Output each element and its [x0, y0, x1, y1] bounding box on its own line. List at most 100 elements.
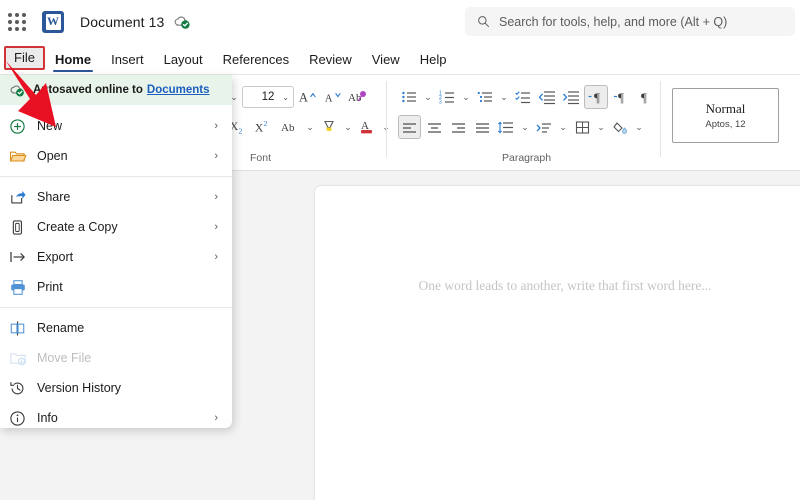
menu-item-rename-label: Rename [37, 321, 85, 335]
word-logo-letter: W [47, 14, 59, 28]
word-app-window: W Document 13 Search for tools, help, an… [0, 0, 800, 500]
numbering-chevron-down-icon[interactable]: ⌄ [460, 85, 472, 109]
ribbon-tab-strip: File Home Insert Layout References Revie… [0, 44, 800, 74]
svg-text:Ab: Ab [281, 122, 295, 134]
bullets-icon[interactable] [398, 85, 420, 109]
menu-item-move-file: Move File [0, 343, 232, 373]
printer-icon [9, 279, 31, 296]
document-title[interactable]: Document 13 [80, 14, 164, 30]
font-size-box[interactable]: 12 ⌄ [242, 86, 294, 108]
text-highlight-icon[interactable] [318, 115, 340, 139]
tab-references[interactable]: References [213, 49, 299, 74]
sort-icon[interactable] [533, 115, 555, 139]
search-box[interactable]: Search for tools, help, and more (Alt + … [465, 7, 795, 36]
document-page[interactable]: One word leads to another, write that fi… [315, 186, 800, 500]
style-name: Normal [705, 101, 746, 116]
menu-item-open[interactable]: Open › [0, 141, 232, 171]
ribbon-group-divider-2 [660, 81, 661, 157]
menu-item-open-chevron-right-icon: › [214, 150, 218, 162]
tab-review[interactable]: Review [299, 49, 362, 74]
superscript-icon[interactable]: X 2 [253, 115, 276, 139]
numbering-icon[interactable]: 123 [436, 85, 458, 109]
autosave-text: Autosaved online to [33, 84, 143, 96]
file-menu: Autosaved online to Documents New › Open… [0, 75, 232, 428]
align-left-icon[interactable] [398, 115, 421, 139]
autosave-banner: Autosaved online to Documents [0, 75, 232, 105]
svg-text:2: 2 [239, 127, 243, 136]
share-icon [9, 189, 31, 206]
menu-item-new-label: New [37, 119, 63, 133]
text-highlight-chevron-down-icon[interactable]: ⌄ [342, 115, 354, 139]
clear-formatting-icon[interactable]: Ab [346, 85, 370, 109]
change-case-icon[interactable]: Ab [278, 115, 302, 139]
borders-chevron-down-icon[interactable]: ⌄ [595, 115, 607, 139]
justify-icon[interactable] [471, 115, 493, 139]
menu-item-share[interactable]: Share › [0, 182, 232, 212]
autosave-location-link[interactable]: Documents [147, 84, 210, 96]
tab-layout[interactable]: Layout [154, 49, 213, 74]
change-case-chevron-down-icon[interactable]: ⌄ [304, 115, 316, 139]
menu-item-share-chevron-right-icon: › [214, 191, 218, 203]
task-list-icon[interactable] [512, 85, 534, 109]
menu-item-rename[interactable]: Rename [0, 313, 232, 343]
cloud-check-icon [8, 81, 27, 100]
shading-icon[interactable] [609, 115, 631, 139]
sort-chevron-down-icon[interactable]: ⌄ [557, 115, 569, 139]
style-normal-button[interactable]: Normal Aptos, 12 [672, 88, 779, 143]
show-formatting-marks-icon[interactable]: ¶ [584, 85, 608, 109]
align-center-icon[interactable] [423, 115, 445, 139]
menu-item-create-a-copy[interactable]: Create a Copy › [0, 212, 232, 242]
borders-icon[interactable] [571, 115, 593, 139]
svg-text:¶: ¶ [641, 90, 647, 105]
line-spacing-icon[interactable] [495, 115, 517, 139]
menu-item-version-history[interactable]: Version History [0, 373, 232, 403]
menu-item-print-label: Print [37, 280, 63, 294]
ribbon-group-paragraph: ⌄ 123 ⌄ ⌄ ¶ ¶ ¶ ⌄ ⌄ ⌄ ⌄ Paragraph [398, 75, 648, 170]
shrink-font-icon[interactable]: A [321, 85, 344, 109]
tab-help[interactable]: Help [410, 49, 457, 74]
font-group-label: Font [250, 152, 272, 164]
tab-home[interactable]: Home [45, 49, 101, 74]
menu-item-export-label: Export [37, 250, 74, 264]
menu-item-open-label: Open [37, 149, 68, 163]
menu-item-share-label: Share [37, 190, 71, 204]
search-icon [477, 15, 490, 28]
menu-item-export[interactable]: Export › [0, 242, 232, 272]
align-right-icon[interactable] [447, 115, 469, 139]
menu-item-create-a-copy-label: Create a Copy [37, 220, 118, 234]
font-color-icon[interactable]: A [356, 115, 378, 139]
tab-file[interactable]: File [4, 46, 45, 70]
ribbon-group-font: ⌄ 12 ⌄ A A Ab X 2 X 2 Ab ⌄ ⌄ A Font [228, 75, 390, 170]
title-bar: W Document 13 Search for tools, help, an… [0, 0, 800, 44]
increase-indent-icon[interactable] [560, 85, 582, 109]
svg-text:3: 3 [439, 100, 442, 106]
menu-item-info-label: Info [37, 411, 58, 425]
bullets-chevron-down-icon[interactable]: ⌄ [422, 85, 434, 109]
decrease-indent-icon[interactable] [536, 85, 558, 109]
cloud-saved-icon[interactable] [172, 12, 192, 32]
menu-item-print[interactable]: Print [0, 272, 232, 302]
menu-item-export-chevron-right-icon: › [214, 251, 218, 263]
rename-icon [9, 320, 31, 337]
tab-insert[interactable]: Insert [101, 49, 154, 74]
svg-text:A: A [325, 94, 333, 105]
menu-item-info[interactable]: Info › [0, 403, 232, 428]
font-size-chevron-down-icon[interactable]: ⌄ [282, 93, 289, 102]
multilevel-list-icon[interactable] [474, 85, 496, 109]
rtl-text-direction-icon[interactable]: ¶ [634, 85, 656, 109]
multilevel-list-chevron-down-icon[interactable]: ⌄ [498, 85, 510, 109]
svg-text:A: A [299, 91, 308, 105]
folder-open-icon [9, 148, 31, 165]
menu-item-create-a-copy-chevron-right-icon: › [214, 221, 218, 233]
menu-item-new[interactable]: New › [0, 111, 232, 141]
ltr-text-direction-icon[interactable]: ¶ [610, 85, 632, 109]
grow-font-icon[interactable]: A [296, 85, 319, 109]
svg-text:¶: ¶ [618, 90, 624, 105]
menu-divider-2 [0, 307, 232, 308]
info-circle-icon [9, 410, 31, 427]
app-launcher-icon[interactable] [4, 9, 30, 35]
line-spacing-chevron-down-icon[interactable]: ⌄ [519, 115, 531, 139]
shading-chevron-down-icon[interactable]: ⌄ [633, 115, 645, 139]
tab-view[interactable]: View [362, 49, 410, 74]
word-logo-icon: W [42, 11, 64, 33]
